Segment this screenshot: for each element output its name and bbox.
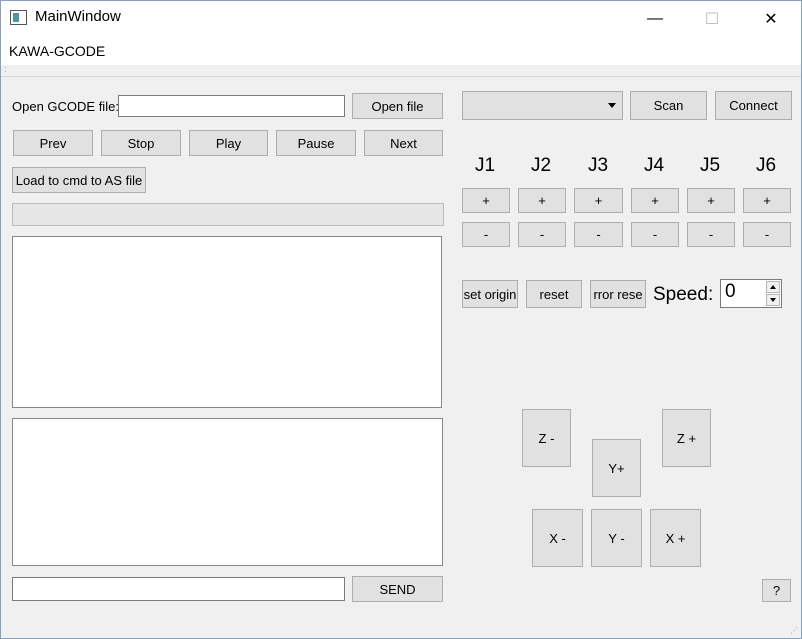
x-plus-button[interactable]: X + xyxy=(650,509,701,567)
scan-button[interactable]: Scan xyxy=(630,91,707,120)
j5-plus-button[interactable]: + xyxy=(687,188,735,213)
speed-spinbox[interactable]: 0 xyxy=(720,279,782,308)
set-origin-button[interactable]: set origin xyxy=(462,280,518,308)
load-to-as-file-button[interactable]: Load to cmd to AS file xyxy=(12,167,146,193)
joint-label-j4: J4 xyxy=(643,155,665,176)
joint-label-j5: J5 xyxy=(699,155,721,176)
help-button[interactable]: ? xyxy=(762,579,791,602)
j6-minus-button[interactable]: - xyxy=(743,222,791,247)
speed-label: Speed: xyxy=(653,284,714,305)
connect-button[interactable]: Connect xyxy=(715,91,792,120)
next-button[interactable]: Next xyxy=(364,130,443,156)
play-button[interactable]: Play xyxy=(189,130,268,156)
app-icon xyxy=(10,10,27,25)
j1-plus-button[interactable]: + xyxy=(462,188,510,213)
error-reset-button[interactable]: rror rese xyxy=(590,280,646,308)
j3-minus-button[interactable]: - xyxy=(574,222,623,247)
z-plus-button[interactable]: Z + xyxy=(662,409,711,467)
command-input[interactable] xyxy=(12,577,345,601)
toolbar-grip xyxy=(1,65,801,77)
open-file-button[interactable]: Open file xyxy=(352,93,443,119)
maximize-icon[interactable]: ☐ xyxy=(689,1,735,36)
x-minus-button[interactable]: X - xyxy=(532,509,583,567)
menu-bar xyxy=(1,37,801,65)
progress-bar xyxy=(12,203,444,226)
open-gcode-label: Open GCODE file: xyxy=(12,99,119,114)
close-icon[interactable]: ✕ xyxy=(748,1,794,36)
minimize-icon[interactable]: — xyxy=(632,1,678,36)
resize-grip-icon[interactable]: ⋰ xyxy=(790,626,798,635)
log-output-textarea[interactable] xyxy=(12,418,443,566)
speed-value: 0 xyxy=(725,281,736,302)
chevron-down-icon xyxy=(608,103,616,108)
spin-down-icon[interactable] xyxy=(766,294,780,306)
j3-plus-button[interactable]: + xyxy=(574,188,623,213)
j2-plus-button[interactable]: + xyxy=(518,188,566,213)
joint-label-j6: J6 xyxy=(755,155,777,176)
y-minus-button[interactable]: Y - xyxy=(591,509,642,567)
window-title: MainWindow xyxy=(35,8,121,25)
j1-minus-button[interactable]: - xyxy=(462,222,510,247)
grip-dots-icon[interactable]: · · xyxy=(4,64,7,76)
j5-minus-button[interactable]: - xyxy=(687,222,735,247)
gcode-preview-textarea[interactable] xyxy=(12,236,442,408)
title-bar xyxy=(1,1,801,37)
send-button[interactable]: SEND xyxy=(352,576,443,602)
spin-up-icon[interactable] xyxy=(766,281,780,293)
pause-button[interactable]: Pause xyxy=(276,130,356,156)
joint-label-j3: J3 xyxy=(587,155,609,176)
menu-item-kawa-gcode[interactable]: KAWA-GCODE xyxy=(9,43,105,59)
z-minus-button[interactable]: Z - xyxy=(522,409,571,467)
j4-plus-button[interactable]: + xyxy=(631,188,679,213)
j2-minus-button[interactable]: - xyxy=(518,222,566,247)
j6-plus-button[interactable]: + xyxy=(743,188,791,213)
prev-button[interactable]: Prev xyxy=(13,130,93,156)
j4-minus-button[interactable]: - xyxy=(631,222,679,247)
y-plus-button[interactable]: Y+ xyxy=(592,439,641,497)
joint-label-j2: J2 xyxy=(530,155,552,176)
port-select[interactable] xyxy=(462,91,623,120)
joint-label-j1: J1 xyxy=(474,155,496,176)
gcode-file-path-input[interactable] xyxy=(118,95,345,117)
reset-button[interactable]: reset xyxy=(526,280,582,308)
stop-button[interactable]: Stop xyxy=(101,130,181,156)
